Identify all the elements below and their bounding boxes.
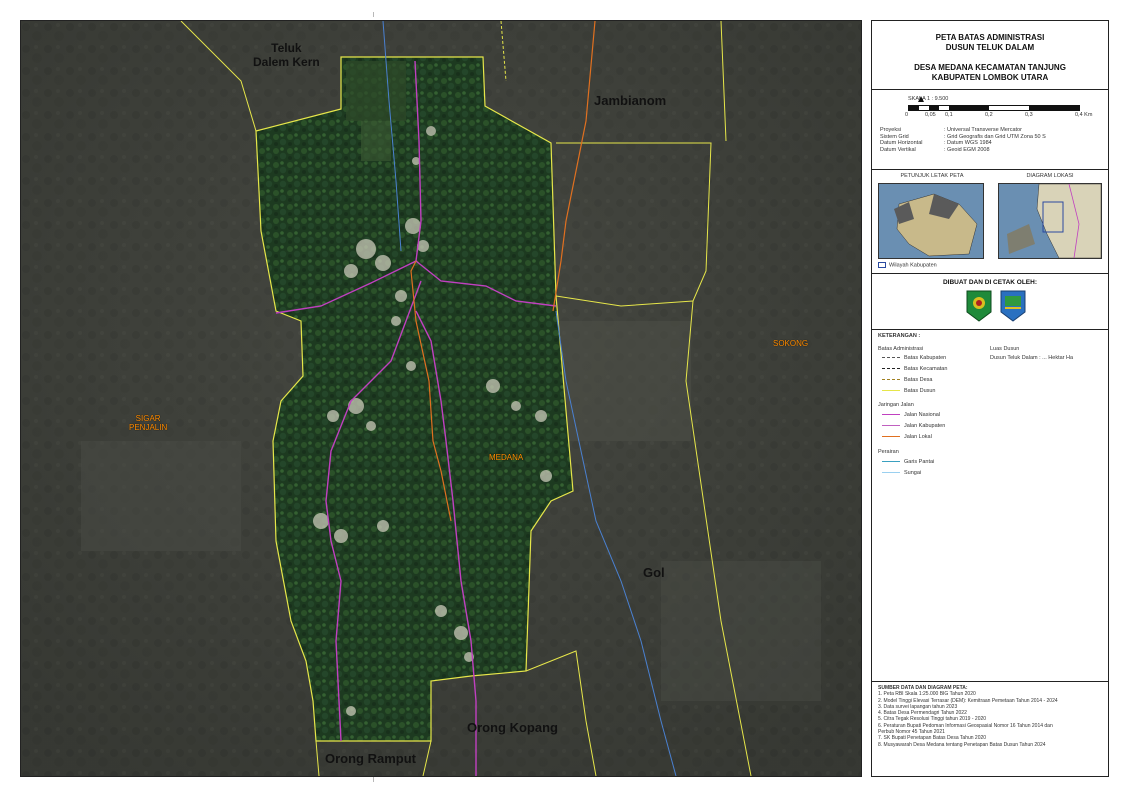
made-by-title: DIBUAT DAN DI CETAK OLEH:: [942, 279, 1037, 286]
map-title: PETA BATAS ADMINISTRASI DUSUN TELUK DALA…: [935, 33, 1045, 52]
map-frame[interactable]: Teluk Dalem Kern Jambianom Gol Orong Kop…: [20, 20, 862, 777]
legend-batas-kecamatan: Batas Kecamatan: [882, 366, 947, 372]
label-sokong: SOKONG: [773, 339, 809, 348]
source-item: 8. Musyawarah Desa Medana tentang Peneta…: [878, 741, 1046, 748]
scale-tick-label: 0,1: [945, 112, 953, 118]
legend-batas-kabupaten: Batas Kabupaten: [882, 355, 946, 361]
label-sigar-penjalin: SIGAR PENJALIN: [129, 414, 168, 432]
grid-tick-top: |: [373, 12, 375, 18]
projection-row: Datum Vertikal: Geoid EGM 2008: [880, 146, 990, 153]
legend-water-title: Perairan: [878, 449, 899, 455]
sources-block: SUMBER DATA DAN DIAGRAM PETA: 1. Peta RB…: [878, 685, 1104, 748]
legend-panel: PETA BATAS ADMINISTRASI DUSUN TELUK DALA…: [871, 20, 1109, 777]
grid-tick-bottom: |: [373, 777, 375, 783]
inset-left-title: PETUNJUK LETAK PETA: [900, 173, 964, 179]
map-sheet: Teluk Dalem Kern Jambianom Gol Orong Kop…: [0, 0, 1126, 795]
legend-jalan-lokal: Jalan Lokal: [882, 434, 932, 440]
legend-road-title: Jaringan Jalan: [878, 402, 914, 408]
scale-block: SKALA 1 : 9.500 0 0,05 0,1 0,2 0,3 0,4 Km Pro…: [872, 89, 1108, 170]
title-block: PETA BATAS ADMINISTRASI DUSUN TELUK DALA…: [872, 21, 1108, 90]
made-by-block: DIBUAT DAN DI CETAK OLEH:: [872, 273, 1108, 330]
legend-batas-desa: Batas Desa: [882, 377, 932, 383]
sources-list: 1. Peta RBI Skala 1:25.000 BIG Tahun 202…: [878, 691, 1104, 748]
scale-tick-label: 0,4 Km: [1075, 112, 1093, 118]
satellite-map: [21, 21, 861, 776]
legend-admin-title: Batas Administrasi: [878, 346, 924, 352]
legend-area-value: Dusun Teluk Dalam : ... Hektar Ha: [990, 355, 1074, 361]
scale-label: SKALA 1 : 9.500: [908, 96, 949, 102]
label-gol: Gol: [643, 565, 665, 580]
scale-ticks: 0 0,05 0,1 0,2 0,3 0,4 Km: [905, 112, 1095, 120]
scale-tick-label: 0,3: [1025, 112, 1033, 118]
label-jambianom: Jambianom: [594, 93, 667, 108]
legend-garis-pantai: Garis Pantai: [882, 459, 934, 465]
label-orong-ramput: Orong Ramput: [325, 751, 416, 766]
label-medana: MEDANA: [489, 453, 524, 462]
scale-tick-label: 0,05: [925, 112, 936, 118]
legend-area-title: Luas Dusun: [990, 346, 1020, 352]
map-subtitle: DESA MEDANA KECAMATAN TANJUNG KABUPATEN …: [914, 63, 1066, 82]
scale-bar: [908, 105, 1080, 111]
inset-diagram-map: [998, 183, 1102, 259]
legend-title: KETERANGAN :: [878, 333, 921, 339]
label-orong-kopang: Orong Kopang: [467, 720, 558, 735]
legend-jalan-nasional: Jalan Nasional: [882, 412, 940, 418]
label-teluk-dalem-kern: Teluk Dalem Kern: [253, 41, 320, 69]
legend-sungai: Sungai: [882, 470, 921, 476]
scale-tick-label: 0: [905, 112, 909, 118]
inset-legend: Wilayah Kabupaten: [878, 262, 937, 269]
north-arrow-icon: [918, 96, 924, 102]
regency-logo-icon: [966, 290, 992, 322]
legend-jalan-kabupaten: Jalan Kabupaten: [882, 423, 945, 429]
village-logo-icon: [1000, 290, 1026, 322]
scale-tick-label: 0,2: [985, 112, 993, 118]
inset-location-map: [878, 183, 984, 259]
projection-info: Proyeksi: Universal Transverse Mercator S…: [880, 127, 1046, 153]
inset-block: PETUNJUK LETAK PETA DIAGRAM LOKASI Wilay…: [872, 169, 1108, 274]
legend-block: KETERANGAN : Batas Administrasi Luas Dus…: [872, 329, 1108, 682]
inset-right-title: DIAGRAM LOKASI: [1026, 173, 1074, 179]
legend-batas-dusun: Batas Dusun: [882, 388, 936, 394]
inset-legend-swatch: [878, 262, 886, 268]
